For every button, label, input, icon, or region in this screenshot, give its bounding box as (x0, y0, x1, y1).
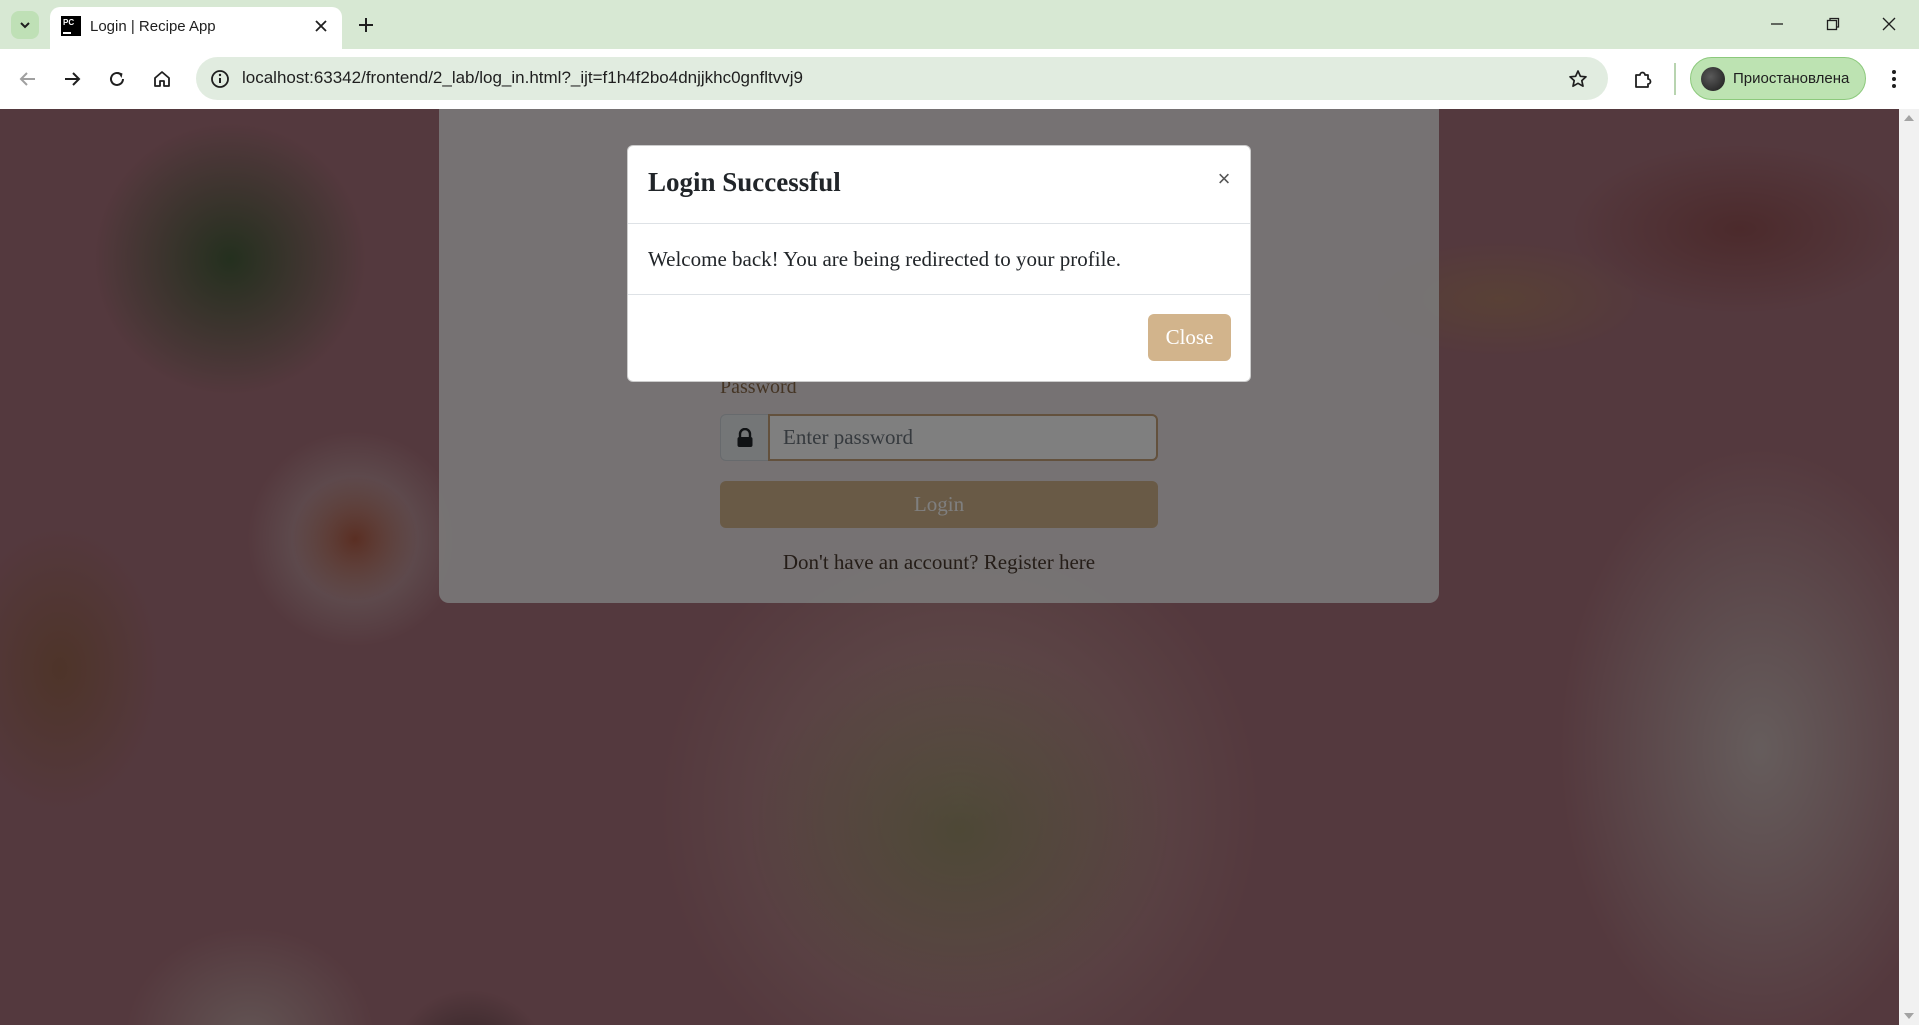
modal-title: Login Successful (648, 167, 841, 197)
address-bar[interactable]: localhost:63342/frontend/2_lab/log_in.ht… (196, 57, 1608, 100)
page-viewport: Password Login Don't have an account? Re… (0, 109, 1899, 1025)
window-close-button[interactable] (1866, 8, 1912, 40)
arrow-right-icon (65, 72, 81, 86)
back-button[interactable] (12, 63, 44, 95)
info-icon (210, 69, 229, 88)
reload-icon (110, 71, 124, 86)
scroll-down-arrow[interactable] (1904, 1013, 1914, 1019)
tab-search-button[interactable] (11, 11, 39, 39)
plus-icon (359, 18, 373, 32)
restore-icon (1826, 17, 1840, 31)
close-button[interactable]: Close (1148, 314, 1231, 361)
modal-close-icon[interactable]: × (1214, 167, 1234, 191)
arrow-left-icon (19, 72, 35, 86)
pycharm-icon: PC (61, 16, 81, 36)
modal-header: Login Successful × (628, 146, 1250, 224)
tab-close-button[interactable] (310, 15, 332, 37)
close-icon (1882, 17, 1896, 31)
extensions-button[interactable] (1627, 63, 1659, 95)
puzzle-icon (1635, 71, 1652, 88)
url-text[interactable]: localhost:63342/frontend/2_lab/log_in.ht… (242, 68, 803, 88)
page-scrollbar[interactable] (1899, 109, 1919, 1025)
home-icon (154, 71, 170, 87)
minimize-button[interactable] (1754, 8, 1800, 40)
browser-toolbar: localhost:63342/frontend/2_lab/log_in.ht… (0, 49, 1919, 109)
active-tab[interactable]: PC Login | Recipe App (50, 7, 342, 49)
site-info-button[interactable] (205, 64, 234, 93)
tab-strip: PC Login | Recipe App (0, 0, 1919, 49)
minimize-icon (1771, 23, 1783, 25)
login-success-modal: Login Successful × Welcome back! You are… (627, 145, 1251, 382)
browser-menu-button[interactable] (1878, 63, 1910, 95)
chevron-down-icon (20, 22, 30, 29)
reload-button[interactable] (101, 63, 133, 95)
home-button[interactable] (146, 63, 178, 95)
toolbar-divider (1674, 63, 1676, 95)
tab-title: Login | Recipe App (90, 18, 216, 35)
modal-footer: Close (628, 294, 1250, 383)
scroll-up-arrow[interactable] (1904, 115, 1914, 121)
modal-message: Welcome back! You are being redirected t… (648, 247, 1121, 271)
close-icon (315, 20, 327, 32)
avatar (1701, 67, 1725, 91)
profile-label: Приостановлена (1733, 70, 1850, 87)
profile-button[interactable]: Приостановлена (1690, 57, 1866, 100)
kebab-menu-icon (1892, 70, 1896, 88)
restore-button[interactable] (1810, 8, 1856, 40)
new-tab-button[interactable] (354, 13, 378, 37)
forward-button[interactable] (56, 63, 88, 95)
bookmark-button[interactable] (1566, 67, 1590, 91)
star-icon (1569, 70, 1587, 88)
